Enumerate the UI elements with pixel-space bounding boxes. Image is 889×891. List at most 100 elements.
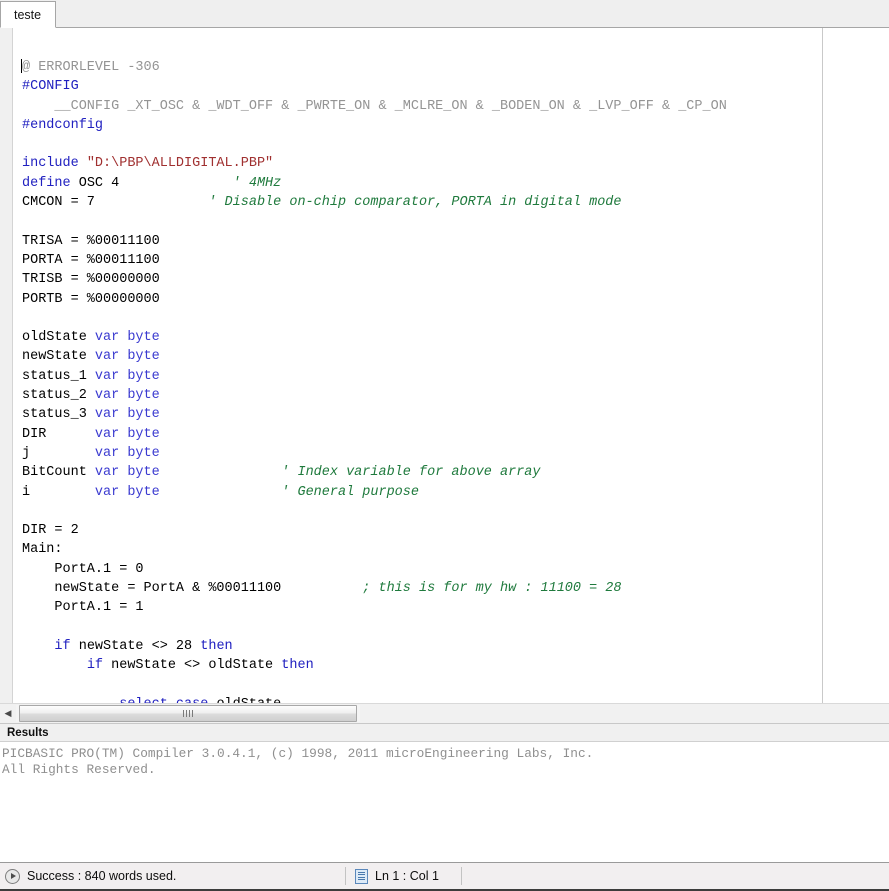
code-token: "D:\PBP\ALLDIGITAL.PBP" bbox=[87, 156, 273, 171]
code-line: __CONFIG _XT_OSC & _WDT_OFF & _PWRTE_ON … bbox=[22, 97, 889, 116]
code-token: #endconfig bbox=[22, 118, 103, 133]
scrollbar-track[interactable] bbox=[16, 705, 360, 722]
code-line: CMCON = 7 ' Disable on-chip comparator, … bbox=[22, 193, 889, 212]
code-token: @ ERRORLEVEL -306 bbox=[22, 60, 160, 75]
code-token: DIR = 2 bbox=[22, 523, 79, 538]
results-panel-header: Results bbox=[0, 723, 889, 742]
code-token: oldState bbox=[22, 330, 95, 345]
code-line: Main: bbox=[22, 540, 889, 559]
status-bar: Success : 840 words used. Ln 1 : Col 1 bbox=[0, 862, 889, 891]
results-output-text: PICBASIC PRO(TM) Compiler 3.0.4.1, (c) 1… bbox=[2, 746, 889, 778]
code-token: status_1 bbox=[22, 369, 95, 384]
scrollbar-grip-icon bbox=[183, 710, 193, 717]
code-line: select case oldState bbox=[22, 695, 889, 703]
code-token: PortA.1 = 0 bbox=[22, 562, 144, 577]
editor-tab-bar: teste bbox=[0, 0, 889, 28]
code-token: ' General purpose bbox=[281, 485, 419, 500]
code-token: oldState bbox=[216, 697, 281, 703]
code-token: var byte bbox=[95, 465, 160, 480]
editor-gutter bbox=[0, 28, 13, 703]
status-bar-spacer bbox=[462, 863, 889, 889]
code-token: newState = PortA & %00011100 bbox=[22, 581, 281, 596]
code-line: status_3 var byte bbox=[22, 405, 889, 424]
results-panel-body[interactable]: PICBASIC PRO(TM) Compiler 3.0.4.1, (c) 1… bbox=[0, 742, 889, 862]
code-token: BitCount bbox=[22, 465, 95, 480]
code-line: if newState <> 28 then bbox=[22, 637, 889, 656]
code-token: OSC 4 bbox=[79, 176, 233, 191]
code-line bbox=[22, 135, 889, 154]
status-bar-cursor-position[interactable]: Ln 1 : Col 1 bbox=[346, 863, 461, 889]
code-token: j bbox=[22, 446, 95, 461]
tab-label: teste bbox=[14, 8, 41, 22]
code-token: var byte bbox=[95, 407, 160, 422]
scrollbar-thumb[interactable] bbox=[19, 705, 357, 722]
code-token: select case bbox=[119, 697, 216, 703]
code-line bbox=[22, 676, 889, 695]
document-lines-icon bbox=[355, 869, 368, 884]
code-token: var byte bbox=[95, 330, 160, 345]
code-token: newState bbox=[22, 349, 95, 364]
code-line: if newState <> oldState then bbox=[22, 656, 889, 675]
code-line: PortA.1 = 1 bbox=[22, 598, 889, 617]
code-editor[interactable]: @ ERRORLEVEL -306 #CONFIG __CONFIG _XT_OS… bbox=[0, 28, 889, 703]
code-token: #CONFIG bbox=[22, 79, 79, 94]
code-token: TRISA = %00011100 bbox=[22, 234, 160, 249]
code-token: ; this is for my hw : 11100 = 28 bbox=[362, 581, 621, 596]
code-token: define bbox=[22, 176, 79, 191]
code-token: DIR bbox=[22, 427, 95, 442]
code-line: i var byte ' General purpose bbox=[22, 483, 889, 502]
code-line: @ ERRORLEVEL -306 bbox=[22, 58, 889, 77]
text-caret bbox=[21, 59, 22, 73]
code-token bbox=[22, 658, 87, 673]
code-token: status_2 bbox=[22, 388, 95, 403]
tab-teste[interactable]: teste bbox=[0, 1, 56, 28]
code-line bbox=[22, 502, 889, 521]
code-token: var byte bbox=[95, 388, 160, 403]
code-token: i bbox=[22, 485, 95, 500]
scroll-left-arrow-icon[interactable]: ◀ bbox=[0, 705, 16, 723]
code-token: __CONFIG _XT_OSC & _WDT_OFF & _PWRTE_ON … bbox=[22, 99, 727, 114]
code-token: var byte bbox=[95, 446, 160, 461]
code-token bbox=[160, 485, 282, 500]
code-token: PORTB = %00000000 bbox=[22, 292, 160, 307]
status-bar-position-text: Ln 1 : Col 1 bbox=[375, 869, 439, 883]
code-line: newState var byte bbox=[22, 347, 889, 366]
status-bar-status-text: Success : 840 words used. bbox=[27, 869, 176, 883]
code-token bbox=[22, 639, 54, 654]
code-line: DIR = 2 bbox=[22, 521, 889, 540]
ide-window: teste @ ERRORLEVEL -306 #CONFIG __CONFIG … bbox=[0, 0, 889, 891]
code-token: ' Index variable for above array bbox=[281, 465, 540, 480]
status-bar-compile-status[interactable]: Success : 840 words used. bbox=[0, 863, 345, 889]
code-token: ' 4MHz bbox=[233, 176, 282, 191]
play-circle-icon bbox=[5, 869, 20, 884]
code-token: status_3 bbox=[22, 407, 95, 422]
editor-horizontal-scrollbar[interactable]: ◀ bbox=[0, 703, 889, 723]
code-token: if bbox=[54, 639, 78, 654]
code-token bbox=[22, 697, 119, 703]
code-line: include "D:\PBP\ALLDIGITAL.PBP" bbox=[22, 154, 889, 173]
code-line bbox=[22, 309, 889, 328]
code-token: ' Disable on-chip comparator, PORTA in d… bbox=[208, 195, 621, 210]
code-token bbox=[281, 581, 362, 596]
code-token: PORTA = %00011100 bbox=[22, 253, 160, 268]
results-title: Results bbox=[7, 727, 49, 739]
code-line: status_1 var byte bbox=[22, 367, 889, 386]
code-token: Main: bbox=[22, 542, 63, 557]
code-token: var byte bbox=[95, 427, 160, 442]
code-line: BitCount var byte ' Index variable for a… bbox=[22, 463, 889, 482]
code-line: PORTB = %00000000 bbox=[22, 290, 889, 309]
code-line: j var byte bbox=[22, 444, 889, 463]
code-token: include bbox=[22, 156, 87, 171]
code-token: newState <> oldState bbox=[111, 658, 281, 673]
code-line bbox=[22, 212, 889, 231]
code-token: then bbox=[281, 658, 313, 673]
code-line: define OSC 4 ' 4MHz bbox=[22, 174, 889, 193]
editor-code-text[interactable]: @ ERRORLEVEL -306 #CONFIG __CONFIG _XT_OS… bbox=[22, 58, 889, 703]
code-token: CMCON = 7 bbox=[22, 195, 208, 210]
scrollbar-filler bbox=[360, 705, 889, 723]
code-line: PortA.1 = 0 bbox=[22, 560, 889, 579]
code-line: DIR var byte bbox=[22, 425, 889, 444]
code-line: #endconfig bbox=[22, 116, 889, 135]
code-line: PORTA = %00011100 bbox=[22, 251, 889, 270]
code-line: #CONFIG bbox=[22, 77, 889, 96]
